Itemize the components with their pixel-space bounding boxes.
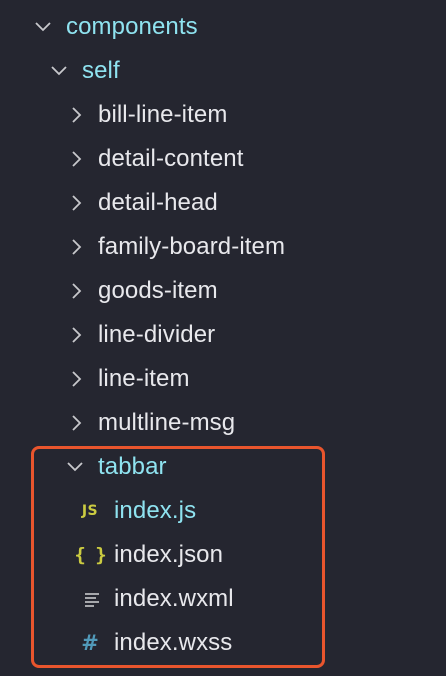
tree-item-bill-line-item[interactable]: bill-line-item: [0, 93, 446, 137]
tree-item-label: line-divider: [98, 321, 216, 348]
tree-item-label: bill-line-item: [98, 101, 228, 128]
tree-item-detail-head[interactable]: detail-head: [0, 181, 446, 225]
tree-item-line-item[interactable]: line-item: [0, 357, 446, 401]
tree-item-self[interactable]: self: [0, 49, 446, 93]
chevron-right-icon[interactable]: [68, 414, 86, 432]
highlight-box: [31, 446, 325, 668]
tree-item-label: detail-head: [98, 189, 218, 216]
tree-item-components[interactable]: components: [0, 5, 446, 49]
tree-item-goods-item[interactable]: goods-item: [0, 269, 446, 313]
tree-item-label: multline-msg: [98, 409, 236, 436]
chevron-right-icon[interactable]: [68, 282, 86, 300]
tree-item-family-board-item[interactable]: family-board-item: [0, 225, 446, 269]
tree-item-label: components: [66, 13, 198, 40]
tree-item-label: detail-content: [98, 145, 244, 172]
chevron-down-icon[interactable]: [50, 62, 68, 80]
file-explorer-tree: components self bill-line-item detail-co…: [0, 0, 446, 676]
chevron-right-icon[interactable]: [68, 326, 86, 344]
chevron-right-icon[interactable]: [68, 194, 86, 212]
chevron-right-icon[interactable]: [68, 238, 86, 256]
tree-item-label: family-board-item: [98, 233, 286, 260]
chevron-right-icon[interactable]: [68, 150, 86, 168]
tree-item-label: goods-item: [98, 277, 218, 304]
tree-item-multline-msg[interactable]: multline-msg: [0, 401, 446, 445]
chevron-right-icon[interactable]: [68, 106, 86, 124]
chevron-right-icon[interactable]: [68, 370, 86, 388]
tree-item-detail-content[interactable]: detail-content: [0, 137, 446, 181]
chevron-down-icon[interactable]: [34, 18, 52, 36]
tree-item-label: line-item: [98, 365, 190, 392]
tree-item-label: self: [82, 57, 120, 84]
tree-item-line-divider[interactable]: line-divider: [0, 313, 446, 357]
